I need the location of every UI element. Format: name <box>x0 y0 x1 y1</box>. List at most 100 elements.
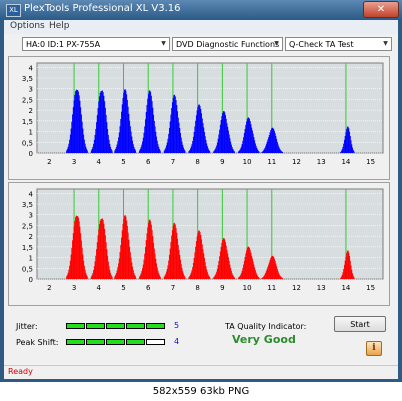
x-tick-label: 9 <box>220 284 224 292</box>
y-tick-label: 2,5 <box>22 222 33 230</box>
histogram-bar <box>159 276 161 279</box>
histogram-bar <box>353 277 355 279</box>
y-tick-label: 0 <box>29 150 33 158</box>
histogram-bar <box>86 276 88 279</box>
meter-segment <box>106 339 125 345</box>
upper-chart: 0 0,5 1 1,5 2 2,5 3 3,5 4 2 3 4 5 6 7 8 9 10 11 12 13 14 15 <box>22 62 384 166</box>
drive-select[interactable]: HA:0 ID:1 PX-755A ▼ <box>22 37 170 51</box>
histogram-bar <box>184 276 186 279</box>
y-tick-label: 1,5 <box>22 118 33 126</box>
meter-segment <box>66 323 85 329</box>
histogram-bar <box>184 150 186 153</box>
x-tick-label: 12 <box>292 284 301 292</box>
y-tick-label: 3 <box>29 86 33 94</box>
histogram-bar <box>111 150 113 153</box>
meter-segment <box>126 339 145 345</box>
x-tick-label: 11 <box>267 158 276 166</box>
x-tick-label: 14 <box>341 158 350 166</box>
x-tick-label: 12 <box>292 158 301 166</box>
jitter-label: Jitter: <box>16 322 38 331</box>
x-tick-label: 8 <box>195 158 199 166</box>
histogram-bar <box>86 150 88 153</box>
y-tick-label: 1 <box>29 255 33 263</box>
histogram-bar <box>258 277 260 279</box>
upper-chart-panel: 0 0,5 1 1,5 2 2,5 3 3,5 4 2 3 4 5 6 7 8 9 10 11 12 13 14 15 <box>8 56 390 180</box>
ta-quality-label: TA Quality Indicator: <box>225 322 307 331</box>
meter-segment <box>146 339 165 345</box>
x-tick-label: 7 <box>171 284 175 292</box>
image-caption: 582x559 63kb PNG <box>0 383 402 401</box>
status-bar: Ready <box>4 365 398 379</box>
histogram-bar <box>233 151 235 153</box>
histogram-bar <box>353 151 355 153</box>
app-window: XL PlexTools Professional XL V3.16 ✕ Opt… <box>0 0 402 382</box>
y-tick-label: 4 <box>29 190 34 198</box>
x-tick-label: 8 <box>195 284 199 292</box>
menu-options[interactable]: Options <box>10 21 45 31</box>
menu-help[interactable]: Help <box>49 21 70 31</box>
x-tick-label: 6 <box>146 284 151 292</box>
histogram-bar <box>233 277 235 279</box>
histogram-bar <box>159 150 161 153</box>
client-area: Options Help HA:0 ID:1 PX-755A ▼ DVD Dia… <box>4 20 398 379</box>
y-tick-label: 1 <box>29 129 33 137</box>
meter-segment <box>86 323 105 329</box>
info-icon[interactable]: i <box>366 341 382 356</box>
y-tick-label: 0 <box>29 276 33 284</box>
x-tick-label: 5 <box>121 284 125 292</box>
histogram-bar <box>282 151 284 153</box>
x-tick-label: 2 <box>47 158 51 166</box>
x-tick-label: 7 <box>171 158 175 166</box>
meter-segment <box>126 323 145 329</box>
y-tick-label: 1,5 <box>22 244 33 252</box>
histogram-bar <box>209 151 211 153</box>
y-tick-label: 2,5 <box>22 96 33 104</box>
x-tick-label: 2 <box>47 284 51 292</box>
test-select-value: Q-Check TA Test <box>289 40 354 49</box>
status-text: Ready <box>8 367 33 376</box>
x-tick-label: 13 <box>317 158 326 166</box>
x-tick-label: 10 <box>243 284 252 292</box>
function-select[interactable]: DVD Diagnostic Functions ▼ <box>172 37 283 51</box>
y-tick-label: 2 <box>29 107 33 115</box>
x-tick-label: 9 <box>220 158 224 166</box>
x-tick-label: 3 <box>72 284 76 292</box>
x-tick-label: 15 <box>366 158 375 166</box>
meter-segment <box>146 323 165 329</box>
peak-shift-value: 4 <box>174 337 180 346</box>
histogram-bar <box>135 150 137 153</box>
y-tick-label: 0,5 <box>22 265 33 273</box>
meter-segment <box>66 339 85 345</box>
y-tick-label: 4 <box>29 64 34 72</box>
y-tick-label: 2 <box>29 233 33 241</box>
histogram-bar <box>111 276 113 279</box>
x-tick-label: 10 <box>243 158 252 166</box>
x-tick-label: 11 <box>267 284 276 292</box>
chevron-down-icon: ▼ <box>274 40 279 47</box>
x-tick-label: 6 <box>146 158 151 166</box>
menu-bar: Options Help <box>4 20 398 34</box>
y-tick-label: 3 <box>29 212 33 220</box>
y-tick-label: 3,5 <box>22 75 33 83</box>
app-icon: XL <box>6 4 21 17</box>
window-title: PlexTools Professional XL V3.16 <box>24 3 181 14</box>
histogram-bar <box>135 276 137 279</box>
function-select-value: DVD Diagnostic Functions <box>176 40 280 49</box>
jitter-value: 5 <box>174 321 180 330</box>
peak-shift-label: Peak Shift: <box>16 338 59 347</box>
title-bar[interactable]: XL PlexTools Professional XL V3.16 ✕ <box>0 0 402 20</box>
x-tick-label: 4 <box>97 284 102 292</box>
meter-segment <box>86 339 105 345</box>
x-tick-label: 13 <box>317 284 326 292</box>
close-button[interactable]: ✕ <box>363 1 399 18</box>
y-tick-label: 3,5 <box>22 201 33 209</box>
test-select[interactable]: Q-Check TA Test ▼ <box>285 37 392 51</box>
lower-chart: 0 0,5 1 1,5 2 2,5 3 3,5 4 2 3 4 5 6 7 8 9 10 11 12 13 14 15 <box>22 188 384 292</box>
plot-area <box>36 62 384 154</box>
start-button[interactable]: Start <box>334 316 386 332</box>
chevron-down-icon: ▼ <box>383 40 388 47</box>
x-tick-label: 5 <box>121 158 125 166</box>
drive-select-value: HA:0 ID:1 PX-755A <box>26 40 101 49</box>
histogram-bar <box>209 277 211 279</box>
meter-segment <box>106 323 125 329</box>
